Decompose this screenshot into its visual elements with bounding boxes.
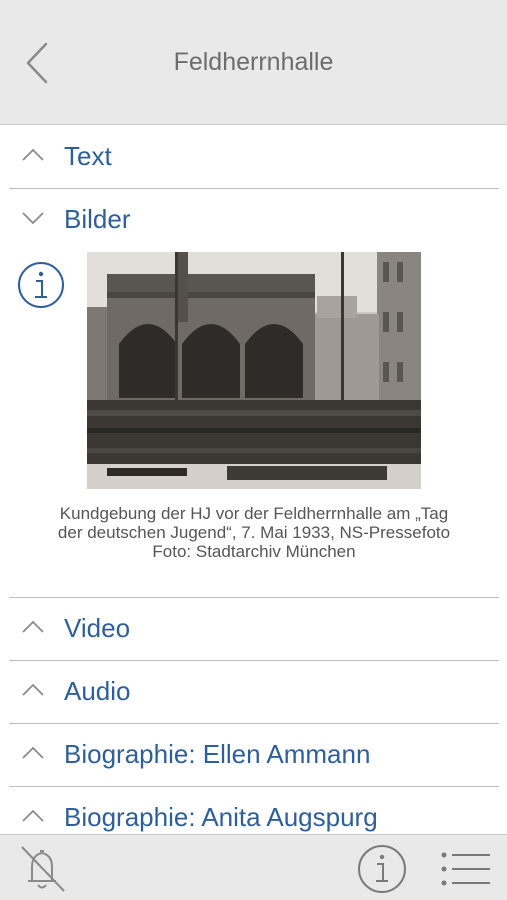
section-audio[interactable]: Audio — [9, 661, 499, 724]
section-audio-label: Audio — [64, 676, 131, 706]
chevron-up-icon — [22, 683, 44, 696]
bell-off-icon[interactable] — [16, 843, 68, 895]
caption-line-2: der deutschen Jugend“, 7. Mai 1933, NS-P… — [57, 523, 451, 542]
section-list: Text Bilder Kundgebung der HJ vor der Fe… — [0, 126, 507, 834]
section-bilder[interactable]: Bilder — [9, 189, 499, 252]
nav-header: Feldherrnhalle — [0, 0, 507, 125]
chevron-up-icon — [22, 746, 44, 759]
info-icon[interactable] — [16, 260, 66, 310]
photo-image — [87, 252, 421, 489]
section-biographie-anita-augspurg[interactable]: Biographie: Anita Augspurg — [9, 787, 499, 834]
section-text-label: Text — [64, 141, 112, 171]
chevron-up-icon — [22, 809, 44, 822]
section-biographie-ellen-ammann[interactable]: Biographie: Ellen Ammann — [9, 724, 499, 787]
section-video-label: Video — [64, 613, 131, 643]
section-video[interactable]: Video — [9, 598, 499, 661]
bilder-panel: Kundgebung der HJ vor der Feldherrnhalle… — [9, 252, 499, 598]
section-text[interactable]: Text — [9, 126, 499, 189]
chevron-up-icon — [22, 148, 44, 161]
section-bio1-label: Biographie: Ellen Ammann — [64, 739, 371, 769]
caption-line-1: Kundgebung der HJ vor der Feldherrnhalle… — [59, 504, 449, 523]
section-bilder-label: Bilder — [64, 204, 131, 234]
page-title: Feldherrnhalle — [173, 48, 334, 76]
bottom-toolbar — [0, 834, 507, 900]
list-icon[interactable] — [440, 849, 492, 889]
info-icon[interactable] — [356, 843, 408, 895]
caption-line-3: Foto: Stadtarchiv München — [152, 542, 356, 561]
photo-caption: Kundgebung der HJ vor der Feldherrnhalle… — [9, 504, 499, 561]
chevron-up-icon — [22, 620, 44, 633]
section-bio2-label: Biographie: Anita Augspurg — [64, 802, 378, 832]
chevron-down-icon — [22, 212, 44, 225]
historic-photo[interactable] — [87, 252, 421, 489]
